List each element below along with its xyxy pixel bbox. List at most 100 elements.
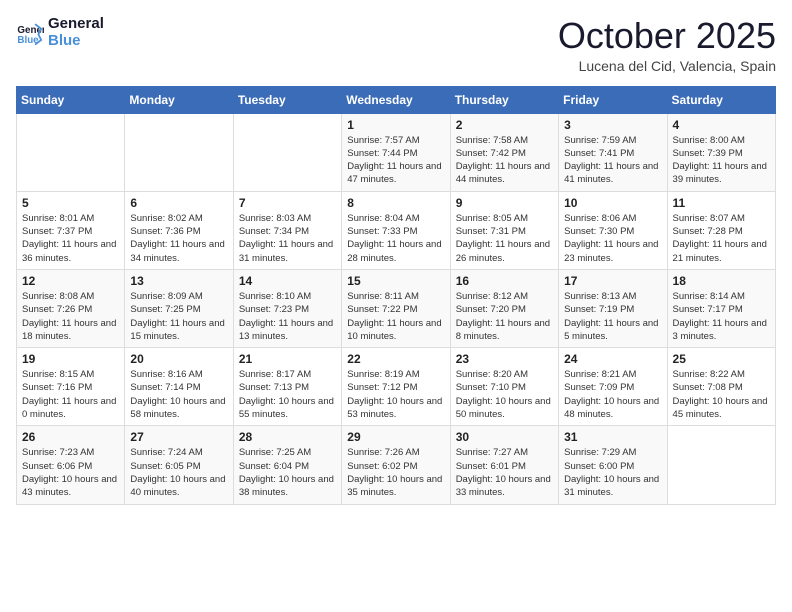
week-row-3: 12 Sunrise: 8:08 AM Sunset: 7:26 PM Dayli… — [17, 269, 776, 347]
calendar-cell: 14 Sunrise: 8:10 AM Sunset: 7:23 PM Dayli… — [233, 269, 341, 347]
day-number: 25 — [673, 352, 770, 366]
calendar-cell: 11 Sunrise: 8:07 AM Sunset: 7:28 PM Dayli… — [667, 191, 775, 269]
day-number: 9 — [456, 196, 553, 210]
day-info: Sunrise: 8:01 AM Sunset: 7:37 PM Dayligh… — [22, 212, 119, 265]
day-info: Sunrise: 8:09 AM Sunset: 7:25 PM Dayligh… — [130, 290, 227, 343]
weekday-header-thursday: Thursday — [450, 86, 558, 113]
weekday-header-monday: Monday — [125, 86, 233, 113]
day-info: Sunrise: 8:22 AM Sunset: 7:08 PM Dayligh… — [673, 368, 770, 421]
calendar-cell: 27Sunrise: 7:24 AM Sunset: 6:05 PM Dayli… — [125, 426, 233, 504]
week-row-1: 1 Sunrise: 7:57 AM Sunset: 7:44 PM Daylig… — [17, 113, 776, 191]
day-number: 1 — [347, 118, 444, 132]
day-info: Sunrise: 8:11 AM Sunset: 7:22 PM Dayligh… — [347, 290, 444, 343]
day-number: 20 — [130, 352, 227, 366]
day-info: Sunrise: 8:07 AM Sunset: 7:28 PM Dayligh… — [673, 212, 770, 265]
day-number: 17 — [564, 274, 661, 288]
day-number: 13 — [130, 274, 227, 288]
calendar-cell: 30 Sunrise: 7:27 AM Sunset: 6:01 PM Dayli… — [450, 426, 558, 504]
calendar-cell: 22 Sunrise: 8:19 AM Sunset: 7:12 PM Dayli… — [342, 348, 450, 426]
day-number: 14 — [239, 274, 336, 288]
logo-blue-text: Blue — [48, 33, 104, 50]
logo: General Blue General Blue — [16, 16, 104, 49]
day-info: Sunrise: 8:03 AM Sunset: 7:34 PM Dayligh… — [239, 212, 336, 265]
calendar-cell: 1 Sunrise: 7:57 AM Sunset: 7:44 PM Daylig… — [342, 113, 450, 191]
calendar-cell — [667, 426, 775, 504]
calendar-cell: 26Sunrise: 7:23 AM Sunset: 6:06 PM Dayli… — [17, 426, 125, 504]
day-info: Sunrise: 8:10 AM Sunset: 7:23 PM Dayligh… — [239, 290, 336, 343]
location-text: Lucena del Cid, Valencia, Spain — [558, 58, 776, 74]
day-number: 3 — [564, 118, 661, 132]
day-info: Sunrise: 7:24 AM Sunset: 6:05 PM Dayligh… — [130, 446, 227, 499]
calendar-cell: 16 Sunrise: 8:12 AM Sunset: 7:20 PM Dayli… — [450, 269, 558, 347]
day-number: 30 — [456, 430, 553, 444]
day-info: Sunrise: 7:58 AM Sunset: 7:42 PM Dayligh… — [456, 134, 553, 187]
calendar-cell: 10Sunrise: 8:06 AM Sunset: 7:30 PM Dayli… — [559, 191, 667, 269]
calendar-cell: 29Sunrise: 7:26 AM Sunset: 6:02 PM Dayli… — [342, 426, 450, 504]
day-info: Sunrise: 8:02 AM Sunset: 7:36 PM Dayligh… — [130, 212, 227, 265]
day-number: 15 — [347, 274, 444, 288]
day-number: 23 — [456, 352, 553, 366]
calendar-table: SundayMondayTuesdayWednesdayThursdayFrid… — [16, 86, 776, 505]
day-number: 6 — [130, 196, 227, 210]
day-info: Sunrise: 7:27 AM Sunset: 6:01 PM Dayligh… — [456, 446, 553, 499]
calendar-cell: 23Sunrise: 8:20 AM Sunset: 7:10 PM Dayli… — [450, 348, 558, 426]
day-info: Sunrise: 8:00 AM Sunset: 7:39 PM Dayligh… — [673, 134, 770, 187]
calendar-cell: 9 Sunrise: 8:05 AM Sunset: 7:31 PM Daylig… — [450, 191, 558, 269]
day-info: Sunrise: 8:16 AM Sunset: 7:14 PM Dayligh… — [130, 368, 227, 421]
calendar-cell: 12 Sunrise: 8:08 AM Sunset: 7:26 PM Dayli… — [17, 269, 125, 347]
day-info: Sunrise: 8:21 AM Sunset: 7:09 PM Dayligh… — [564, 368, 661, 421]
day-number: 29 — [347, 430, 444, 444]
calendar-cell: 5 Sunrise: 8:01 AM Sunset: 7:37 PM Daylig… — [17, 191, 125, 269]
day-info: Sunrise: 7:57 AM Sunset: 7:44 PM Dayligh… — [347, 134, 444, 187]
calendar-cell: 7 Sunrise: 8:03 AM Sunset: 7:34 PM Daylig… — [233, 191, 341, 269]
day-info: Sunrise: 8:15 AM Sunset: 7:16 PM Dayligh… — [22, 368, 119, 421]
day-number: 12 — [22, 274, 119, 288]
calendar-cell: 13 Sunrise: 8:09 AM Sunset: 7:25 PM Dayli… — [125, 269, 233, 347]
day-number: 18 — [673, 274, 770, 288]
month-title: October 2025 — [558, 16, 776, 56]
calendar-cell — [233, 113, 341, 191]
day-number: 31 — [564, 430, 661, 444]
day-number: 22 — [347, 352, 444, 366]
day-number: 5 — [22, 196, 119, 210]
calendar-cell: 24 Sunrise: 8:21 AM Sunset: 7:09 PM Dayli… — [559, 348, 667, 426]
weekday-header-saturday: Saturday — [667, 86, 775, 113]
day-info: Sunrise: 8:08 AM Sunset: 7:26 PM Dayligh… — [22, 290, 119, 343]
day-number: 19 — [22, 352, 119, 366]
day-info: Sunrise: 8:19 AM Sunset: 7:12 PM Dayligh… — [347, 368, 444, 421]
day-info: Sunrise: 8:14 AM Sunset: 7:17 PM Dayligh… — [673, 290, 770, 343]
page-header: General Blue General Blue October 2025 L… — [16, 16, 776, 74]
day-number: 7 — [239, 196, 336, 210]
calendar-cell: 3Sunrise: 7:59 AM Sunset: 7:41 PM Daylig… — [559, 113, 667, 191]
calendar-cell: 31Sunrise: 7:29 AM Sunset: 6:00 PM Dayli… — [559, 426, 667, 504]
day-number: 4 — [673, 118, 770, 132]
weekday-header-row: SundayMondayTuesdayWednesdayThursdayFrid… — [17, 86, 776, 113]
calendar-cell: 6 Sunrise: 8:02 AM Sunset: 7:36 PM Daylig… — [125, 191, 233, 269]
week-row-5: 26Sunrise: 7:23 AM Sunset: 6:06 PM Dayli… — [17, 426, 776, 504]
logo-icon: General Blue — [16, 19, 44, 47]
weekday-header-wednesday: Wednesday — [342, 86, 450, 113]
day-info: Sunrise: 8:05 AM Sunset: 7:31 PM Dayligh… — [456, 212, 553, 265]
logo-general-text: General — [48, 16, 104, 33]
calendar-cell: 28Sunrise: 7:25 AM Sunset: 6:04 PM Dayli… — [233, 426, 341, 504]
day-number: 10 — [564, 196, 661, 210]
weekday-header-friday: Friday — [559, 86, 667, 113]
weekday-header-tuesday: Tuesday — [233, 86, 341, 113]
calendar-cell: 21Sunrise: 8:17 AM Sunset: 7:13 PM Dayli… — [233, 348, 341, 426]
title-block: October 2025 Lucena del Cid, Valencia, S… — [558, 16, 776, 74]
day-number: 24 — [564, 352, 661, 366]
day-number: 21 — [239, 352, 336, 366]
day-info: Sunrise: 8:04 AM Sunset: 7:33 PM Dayligh… — [347, 212, 444, 265]
day-info: Sunrise: 8:13 AM Sunset: 7:19 PM Dayligh… — [564, 290, 661, 343]
calendar-cell: 8Sunrise: 8:04 AM Sunset: 7:33 PM Daylig… — [342, 191, 450, 269]
day-number: 11 — [673, 196, 770, 210]
calendar-cell: 15 Sunrise: 8:11 AM Sunset: 7:22 PM Dayli… — [342, 269, 450, 347]
calendar-cell: 4 Sunrise: 8:00 AM Sunset: 7:39 PM Daylig… — [667, 113, 775, 191]
day-number: 16 — [456, 274, 553, 288]
day-number: 28 — [239, 430, 336, 444]
calendar-cell: 17 Sunrise: 8:13 AM Sunset: 7:19 PM Dayli… — [559, 269, 667, 347]
week-row-4: 19 Sunrise: 8:15 AM Sunset: 7:16 PM Dayli… — [17, 348, 776, 426]
day-number: 2 — [456, 118, 553, 132]
calendar-cell: 18 Sunrise: 8:14 AM Sunset: 7:17 PM Dayli… — [667, 269, 775, 347]
day-info: Sunrise: 8:12 AM Sunset: 7:20 PM Dayligh… — [456, 290, 553, 343]
